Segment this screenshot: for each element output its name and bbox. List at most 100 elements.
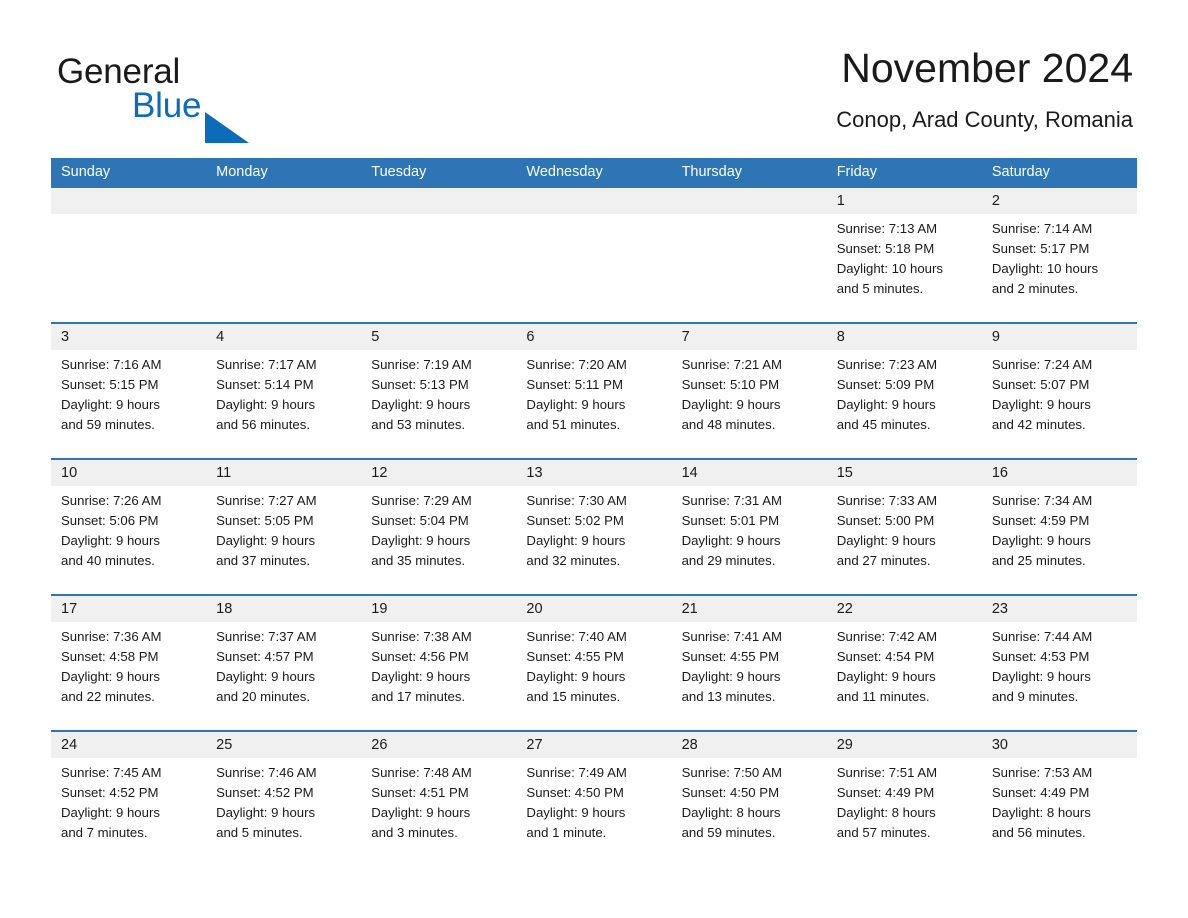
day-cell[interactable]: Sunrise: 7:13 AM Sunset: 5:18 PM Dayligh… [827,214,982,322]
day-cell[interactable]: Sunrise: 7:41 AM Sunset: 4:55 PM Dayligh… [672,622,827,730]
day-cell[interactable]: Sunrise: 7:26 AM Sunset: 5:06 PM Dayligh… [51,486,206,594]
daylight-text-line1: Daylight: 9 hours [526,669,626,684]
daylight-text-line2: and 53 minutes. [371,417,466,432]
daylight-text-line2: and 37 minutes. [216,553,310,568]
day-cell[interactable] [51,214,206,322]
day-cell[interactable]: Sunrise: 7:29 AM Sunset: 5:04 PM Dayligh… [361,486,516,594]
sunrise-text: Sunrise: 7:13 AM [836,221,938,236]
day-cell[interactable]: Sunrise: 7:38 AM Sunset: 4:56 PM Dayligh… [361,622,516,730]
day-cell[interactable]: Sunrise: 7:36 AM Sunset: 4:58 PM Dayligh… [51,622,206,730]
daylight-text-line1: Daylight: 9 hours [681,397,781,412]
day-number: 28 [681,737,698,753]
daylight-text-line2: and 45 minutes. [836,417,931,432]
day-cell[interactable]: Sunrise: 7:14 AM Sunset: 5:17 PM Dayligh… [982,214,1137,322]
week-body-row: Sunrise: 7:13 AM Sunset: 5:18 PM Dayligh… [51,214,1137,322]
day-cell[interactable]: Sunrise: 7:27 AM Sunset: 5:05 PM Dayligh… [206,486,361,594]
sunrise-text: Sunrise: 7:46 AM [216,765,317,780]
daylight-text-line1: Daylight: 9 hours [371,669,471,684]
daylight-text-line1: Daylight: 9 hours [991,533,1091,548]
daylight-text-line1: Daylight: 9 hours [526,533,626,548]
day-cell[interactable] [206,214,361,322]
day-number: 22 [836,601,853,617]
day-cell[interactable]: Sunrise: 7:34 AM Sunset: 4:59 PM Dayligh… [982,486,1137,594]
sunset-text: Sunset: 5:14 PM [216,377,314,392]
day-cell[interactable] [516,214,671,322]
day-cell[interactable]: Sunrise: 7:31 AM Sunset: 5:01 PM Dayligh… [672,486,827,594]
day-cell[interactable]: Sunrise: 7:17 AM Sunset: 5:14 PM Dayligh… [206,350,361,458]
day-number: 27 [526,737,543,753]
sunset-text: Sunset: 5:15 PM [61,377,159,392]
sunrise-text: Sunrise: 7:17 AM [216,357,317,372]
sunrise-text: Sunrise: 7:27 AM [216,493,317,508]
daylight-text-line1: Daylight: 9 hours [216,669,316,684]
daylight-text-line2: and 29 minutes. [681,553,776,568]
day-number: 13 [526,465,543,481]
sunset-text: Sunset: 4:55 PM [526,649,624,664]
sunrise-text: Sunrise: 7:50 AM [681,765,782,780]
daylight-text-line1: Daylight: 9 hours [216,805,316,820]
day-cell[interactable] [672,214,827,322]
day-cell[interactable]: Sunrise: 7:49 AM Sunset: 4:50 PM Dayligh… [516,758,671,866]
day-cell[interactable]: Sunrise: 7:40 AM Sunset: 4:55 PM Dayligh… [516,622,671,730]
day-number [672,188,827,214]
calendar-grid: Sunday Monday Tuesday Wednesday Thursday… [51,158,1137,866]
day-cell[interactable]: Sunrise: 7:45 AM Sunset: 4:52 PM Dayligh… [51,758,206,866]
day-cell[interactable]: Sunrise: 7:23 AM Sunset: 5:09 PM Dayligh… [827,350,982,458]
daylight-text-line1: Daylight: 9 hours [681,533,781,548]
weekday-friday: Friday [836,164,877,180]
day-cell[interactable] [361,214,516,322]
day-number: 19 [371,601,388,617]
day-cell[interactable]: Sunrise: 7:33 AM Sunset: 5:00 PM Dayligh… [827,486,982,594]
day-cell[interactable]: Sunrise: 7:50 AM Sunset: 4:50 PM Dayligh… [672,758,827,866]
calendar-week-row: 17 18 19 20 21 22 23 Sunrise: 7:36 AM Su… [51,594,1137,730]
daylight-text-line2: and 35 minutes. [371,553,466,568]
daylight-text-line2: and 20 minutes. [216,689,310,704]
sunset-text: Sunset: 5:09 PM [836,377,935,392]
sunset-text: Sunset: 4:59 PM [991,513,1090,528]
weekday-tuesday: Tuesday [371,164,427,180]
sunrise-text: Sunrise: 7:45 AM [61,765,162,780]
day-number: 5 [371,329,380,345]
daylight-text-line1: Daylight: 9 hours [61,805,160,820]
day-cell[interactable]: Sunrise: 7:30 AM Sunset: 5:02 PM Dayligh… [516,486,671,594]
sunset-text: Sunset: 4:55 PM [681,649,780,664]
daylight-text-line1: Daylight: 10 hours [991,261,1099,276]
daylight-text-line2: and 56 minutes. [216,417,310,432]
sunset-text: Sunset: 4:49 PM [991,785,1090,800]
day-cell[interactable]: Sunrise: 7:48 AM Sunset: 4:51 PM Dayligh… [361,758,516,866]
sunset-text: Sunset: 4:56 PM [371,649,469,664]
daylight-text-line2: and 59 minutes. [681,825,776,840]
day-cell[interactable]: Sunrise: 7:42 AM Sunset: 4:54 PM Dayligh… [827,622,982,730]
weekday-wednesday: Wednesday [526,164,603,180]
weekday-thursday: Thursday [681,164,743,180]
sunrise-text: Sunrise: 7:26 AM [61,493,162,508]
sunrise-text: Sunrise: 7:37 AM [216,629,317,644]
day-cell[interactable]: Sunrise: 7:16 AM Sunset: 5:15 PM Dayligh… [51,350,206,458]
day-cell[interactable]: Sunrise: 7:53 AM Sunset: 4:49 PM Dayligh… [982,758,1137,866]
day-cell[interactable]: Sunrise: 7:46 AM Sunset: 4:52 PM Dayligh… [206,758,361,866]
sunset-text: Sunset: 4:53 PM [991,649,1090,664]
day-cell[interactable]: Sunrise: 7:37 AM Sunset: 4:57 PM Dayligh… [206,622,361,730]
sunrise-text: Sunrise: 7:21 AM [681,357,782,372]
generalblue-logo[interactable]: General Blue [57,52,317,143]
sunrise-text: Sunrise: 7:33 AM [836,493,938,508]
sunset-text: Sunset: 4:58 PM [61,649,159,664]
sunset-text: Sunset: 5:18 PM [836,241,935,256]
week-body-row: Sunrise: 7:26 AM Sunset: 5:06 PM Dayligh… [51,486,1137,594]
sunrise-text: Sunrise: 7:53 AM [991,765,1093,780]
daylight-text-line1: Daylight: 8 hours [991,805,1091,820]
day-cell[interactable]: Sunrise: 7:51 AM Sunset: 4:49 PM Dayligh… [827,758,982,866]
daylight-text-line2: and 48 minutes. [681,417,776,432]
day-cell[interactable]: Sunrise: 7:24 AM Sunset: 5:07 PM Dayligh… [982,350,1137,458]
daylight-text-line2: and 1 minute. [526,825,607,840]
daylight-text-line1: Daylight: 9 hours [61,669,160,684]
day-cell[interactable]: Sunrise: 7:44 AM Sunset: 4:53 PM Dayligh… [982,622,1137,730]
day-number: 3 [61,329,70,345]
day-cell[interactable]: Sunrise: 7:21 AM Sunset: 5:10 PM Dayligh… [672,350,827,458]
sunrise-text: Sunrise: 7:51 AM [836,765,938,780]
day-cell[interactable]: Sunrise: 7:19 AM Sunset: 5:13 PM Dayligh… [361,350,516,458]
sunset-text: Sunset: 5:04 PM [371,513,469,528]
day-cell[interactable]: Sunrise: 7:20 AM Sunset: 5:11 PM Dayligh… [516,350,671,458]
daylight-text-line1: Daylight: 9 hours [371,533,471,548]
day-number: 10 [61,465,78,481]
